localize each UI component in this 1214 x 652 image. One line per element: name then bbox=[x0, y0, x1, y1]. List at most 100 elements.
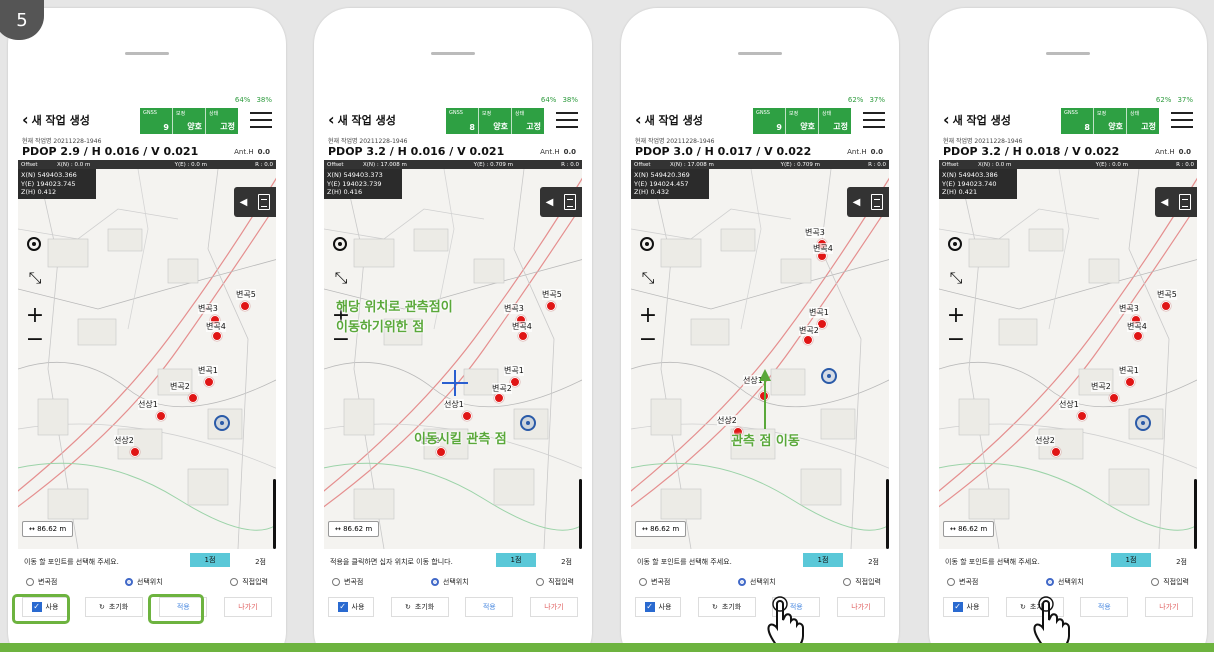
radio-inflection-point[interactable]: 변곡점 bbox=[639, 577, 670, 587]
exit-button[interactable]: 나가기 bbox=[1144, 597, 1193, 617]
locate-icon[interactable] bbox=[27, 237, 41, 251]
survey-point[interactable] bbox=[204, 377, 214, 387]
back-button[interactable]: ‹ 새 작업 생성 bbox=[22, 112, 90, 128]
survey-point[interactable] bbox=[1109, 393, 1119, 403]
correction-status: 보정 양호 bbox=[479, 108, 512, 134]
survey-point[interactable] bbox=[130, 447, 140, 457]
side-panel-toggle[interactable]: ◀ bbox=[847, 187, 889, 217]
tab-point-2[interactable]: 2점 bbox=[1176, 557, 1187, 567]
scroll-indicator[interactable] bbox=[579, 479, 582, 549]
tab-point-2[interactable]: 2점 bbox=[561, 557, 572, 567]
use-checkbox-button[interactable]: ✓ 사용 bbox=[328, 597, 374, 617]
survey-point[interactable] bbox=[156, 411, 166, 421]
side-panel-toggle[interactable]: ◀ bbox=[540, 187, 582, 217]
gnss-status-box[interactable]: GNSS 8 보정 양호 상태 고정 bbox=[1061, 108, 1159, 134]
fit-extent-icon[interactable]: ⤡ bbox=[637, 267, 659, 289]
survey-point-label: 변곡5 bbox=[236, 289, 256, 300]
scroll-indicator[interactable] bbox=[886, 479, 889, 549]
back-button[interactable]: ‹ 새 작업 생성 bbox=[635, 112, 703, 128]
exit-button[interactable]: 나가기 bbox=[529, 597, 578, 617]
survey-point[interactable] bbox=[188, 393, 198, 403]
fit-extent-icon[interactable]: ⤡ bbox=[945, 267, 967, 289]
exit-button[interactable]: 나가기 bbox=[836, 597, 885, 617]
radio-selected-position[interactable]: 선택위치 bbox=[124, 577, 163, 587]
antenna-height: Ant.H 0.0 bbox=[234, 148, 270, 156]
survey-point[interactable] bbox=[1051, 447, 1061, 457]
zoom-out-icon[interactable]: − bbox=[24, 329, 46, 351]
survey-point[interactable] bbox=[1161, 301, 1171, 311]
zoom-in-icon[interactable]: + bbox=[945, 305, 967, 327]
hamburger-menu-icon[interactable] bbox=[863, 112, 885, 128]
locate-icon[interactable] bbox=[333, 237, 347, 251]
scale-value: 86.62 m bbox=[37, 525, 67, 533]
map-view[interactable]: X(N) 549420.369 Y(E) 194024.457 Z(H) 0.432… bbox=[631, 169, 889, 549]
apply-button[interactable]: 적용 bbox=[465, 597, 514, 617]
map-view[interactable]: X(N) 549403.366 Y(E) 194023.745 Z(H) 0.412… bbox=[18, 169, 276, 549]
back-button[interactable]: ‹ 새 작업 생성 bbox=[328, 112, 396, 128]
survey-point[interactable] bbox=[546, 301, 556, 311]
hamburger-menu-icon[interactable] bbox=[1171, 112, 1193, 128]
fit-extent-icon[interactable]: ⤡ bbox=[330, 267, 352, 289]
scroll-indicator[interactable] bbox=[1194, 479, 1197, 549]
action-panel: 적용을 클릭하면 십자 위치로 이동 합니다. 1점 2점변곡점 선택위치 직접입력 ✓ 사… bbox=[324, 549, 582, 629]
side-panel-toggle[interactable]: ◀ bbox=[234, 187, 276, 217]
gnss-status-box[interactable]: GNSS 9 보정 양호 상태 고정 bbox=[753, 108, 851, 134]
survey-point[interactable] bbox=[1133, 331, 1143, 341]
radio-direct-input[interactable]: 직접입력 bbox=[1151, 577, 1189, 587]
reset-button[interactable]: ↻ 초기화 bbox=[84, 597, 143, 617]
tab-point-1[interactable]: 1점 bbox=[803, 553, 843, 567]
gnss-status-box[interactable]: GNSS 8 보정 양호 상태 고정 bbox=[446, 108, 544, 134]
survey-point[interactable] bbox=[1077, 411, 1087, 421]
survey-point[interactable] bbox=[803, 335, 813, 345]
radio-selected-position[interactable]: 선택위치 bbox=[430, 577, 469, 587]
gnss-satellites-label: GNSS bbox=[143, 110, 157, 116]
map-view[interactable]: X(N) 549403.386 Y(E) 194023.740 Z(H) 0.421… bbox=[939, 169, 1197, 549]
tab-point-1[interactable]: 1점 bbox=[190, 553, 230, 567]
survey-point[interactable] bbox=[1125, 377, 1135, 387]
job-name: 현재 작업명 20211228-1946 bbox=[22, 138, 102, 145]
hamburger-menu-icon[interactable] bbox=[556, 112, 578, 128]
reset-button[interactable]: ↻ 초기화 bbox=[697, 597, 756, 617]
radio-selected-position[interactable]: 선택위치 bbox=[737, 577, 776, 587]
radio-inflection-point[interactable]: 변곡점 bbox=[26, 577, 57, 587]
survey-point-label: 변곡4 bbox=[206, 321, 226, 332]
tab-point-2[interactable]: 2점 bbox=[868, 557, 879, 567]
radio-inflection-point[interactable]: 변곡점 bbox=[332, 577, 363, 587]
locate-icon[interactable] bbox=[640, 237, 654, 251]
radio-direct-input[interactable]: 직접입력 bbox=[230, 577, 268, 587]
side-panel-toggle[interactable]: ◀ bbox=[1155, 187, 1197, 217]
instruction-text: 적용을 클릭하면 십자 위치로 이동 합니다. bbox=[330, 558, 453, 566]
fit-extent-icon[interactable]: ⤡ bbox=[24, 267, 46, 289]
scroll-indicator[interactable] bbox=[273, 479, 276, 549]
refresh-icon: ↻ bbox=[99, 603, 105, 611]
radio-inflection-point[interactable]: 변곡점 bbox=[947, 577, 978, 587]
survey-point[interactable] bbox=[494, 393, 504, 403]
survey-point[interactable] bbox=[240, 301, 250, 311]
exit-button[interactable]: 나가기 bbox=[223, 597, 272, 617]
tab-point-1[interactable]: 1점 bbox=[1111, 553, 1151, 567]
radio-selected-position[interactable]: 선택위치 bbox=[1045, 577, 1084, 587]
survey-point[interactable] bbox=[436, 447, 446, 457]
zoom-out-icon[interactable]: − bbox=[637, 329, 659, 351]
mode-radio-group: 변곡점 선택위치 직접입력 bbox=[639, 577, 881, 587]
apply-button[interactable]: 적용 bbox=[1080, 597, 1129, 617]
radio-direct-input[interactable]: 직접입력 bbox=[843, 577, 881, 587]
reset-button[interactable]: ↻ 초기화 bbox=[390, 597, 449, 617]
radio-direct-input[interactable]: 직접입력 bbox=[536, 577, 574, 587]
gnss-status-box[interactable]: GNSS 9 보정 양호 상태 고정 bbox=[140, 108, 238, 134]
zoom-out-icon[interactable]: − bbox=[945, 329, 967, 351]
back-button[interactable]: ‹ 새 작업 생성 bbox=[943, 112, 1011, 128]
survey-point[interactable] bbox=[212, 331, 222, 341]
use-checkbox-button[interactable]: ✓ 사용 bbox=[635, 597, 681, 617]
tab-point-2[interactable]: 2점 bbox=[255, 557, 266, 567]
tab-point-1[interactable]: 1점 bbox=[496, 553, 536, 567]
use-checkbox-button[interactable]: ✓ 사용 bbox=[943, 597, 989, 617]
locate-icon[interactable] bbox=[948, 237, 962, 251]
map-view[interactable]: X(N) 549403.373 Y(E) 194023.739 Z(H) 0.416… bbox=[324, 169, 582, 549]
hamburger-menu-icon[interactable] bbox=[250, 112, 272, 128]
survey-point[interactable] bbox=[462, 411, 472, 421]
zoom-in-icon[interactable]: + bbox=[637, 305, 659, 327]
survey-point[interactable] bbox=[518, 331, 528, 341]
zoom-in-icon[interactable]: + bbox=[24, 305, 46, 327]
antenna-height: Ant.H 0.0 bbox=[847, 148, 883, 156]
